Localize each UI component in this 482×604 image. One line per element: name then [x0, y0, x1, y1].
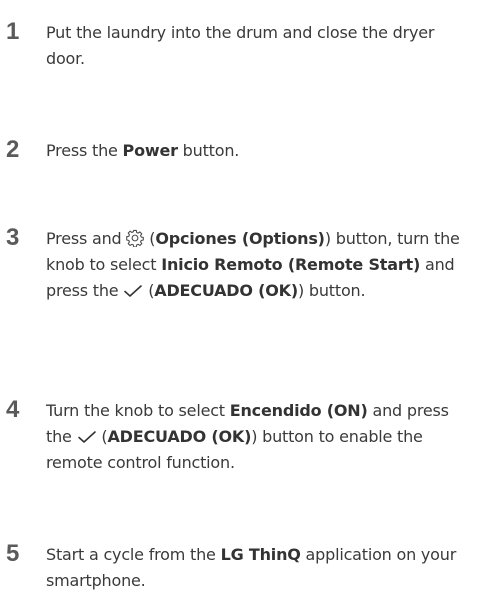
- step-number: 4: [6, 396, 20, 423]
- remote-start-label: Inicio Remoto (Remote Start): [161, 255, 421, 274]
- step-number: 1: [6, 18, 20, 45]
- ok-label: ADECUADO (OK): [107, 427, 252, 446]
- step-3-text-1: Press and: [46, 229, 127, 248]
- power-label: Power: [122, 141, 178, 160]
- on-label: Encendido (ON): [229, 401, 368, 420]
- step-3-text-6: ) button.: [297, 281, 366, 300]
- step-2-text-before: Press the: [46, 141, 123, 160]
- step-number: 5: [6, 540, 20, 567]
- step-text: Start a cycle from the LG ThinQ applicat…: [46, 542, 478, 594]
- step-1-text: Put the laundry into the drum and close …: [46, 23, 435, 68]
- step-2-text-after: button.: [177, 141, 240, 160]
- step-text: Press the Power button.: [46, 138, 478, 164]
- step-number: 2: [6, 136, 20, 163]
- checkmark-icon: [77, 429, 97, 445]
- checkmark-icon: [123, 283, 143, 299]
- step-3-text-5: (: [143, 281, 155, 300]
- step-5-text-1: Start a cycle from the: [46, 545, 221, 564]
- lg-thinq-label: LG ThinQ: [220, 545, 301, 564]
- step-text: Turn the knob to select Encendido (ON) a…: [46, 398, 478, 476]
- gear-icon: [126, 229, 145, 247]
- step-4-text-1: Turn the knob to select: [46, 401, 230, 420]
- step-4-text-3: (: [96, 427, 108, 446]
- step-text: Put the laundry into the drum and close …: [46, 20, 478, 72]
- ok-label: ADECUADO (OK): [154, 281, 298, 300]
- step-3-text-2: (: [144, 229, 156, 248]
- options-label: Opciones (Options): [155, 229, 325, 248]
- step-text: Press and (Opciones (Options)) button, t…: [46, 226, 478, 304]
- step-number: 3: [6, 224, 20, 251]
